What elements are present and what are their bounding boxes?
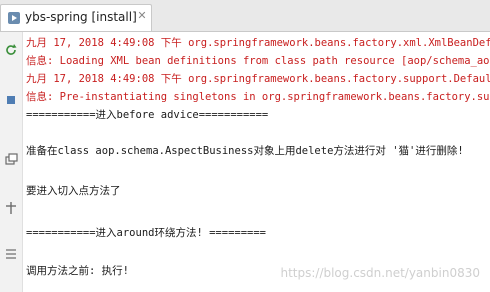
console-line: ===========进入before advice===========	[26, 109, 269, 121]
console-line: 九月 17, 2018 4:49:08 下午 org.springframewo…	[26, 73, 490, 85]
restore-icon[interactable]	[3, 152, 19, 168]
console-line: 要进入切入点方法了	[26, 185, 121, 197]
watermark: https://blog.csdn.net/yanbin0830	[280, 266, 480, 280]
console-line: ===========进入around环绕方法! =========	[26, 227, 267, 239]
tab-title: ybs-spring [install]	[25, 10, 137, 24]
maven-run-icon	[8, 12, 20, 24]
stop-icon[interactable]	[3, 92, 19, 108]
scroll-icon[interactable]	[3, 246, 19, 262]
console-line: 准备在class aop.schema.AspectBusiness对象上用de…	[26, 145, 464, 157]
console-output[interactable]: 九月 17, 2018 4:49:08 下午 org.springframewo…	[26, 32, 490, 292]
console-line: 九月 17, 2018 4:49:08 下午 org.springframewo…	[26, 37, 490, 49]
pin-icon[interactable]	[3, 200, 19, 216]
console-line: 信息: Loading XML bean definitions from cl…	[26, 55, 490, 67]
tab-ybs-spring-install[interactable]: ybs-spring [install] ✕	[0, 4, 152, 31]
editor-tab-bar: ybs-spring [install] ✕	[0, 0, 490, 32]
console-line: 信息: Pre-instantiating singletons in org.…	[26, 91, 490, 103]
rerun-icon[interactable]	[3, 42, 19, 58]
console-toolbar	[0, 32, 23, 292]
console-line: 调用方法之前: 执行!	[26, 265, 129, 277]
close-tab-icon[interactable]: ✕	[135, 9, 149, 23]
